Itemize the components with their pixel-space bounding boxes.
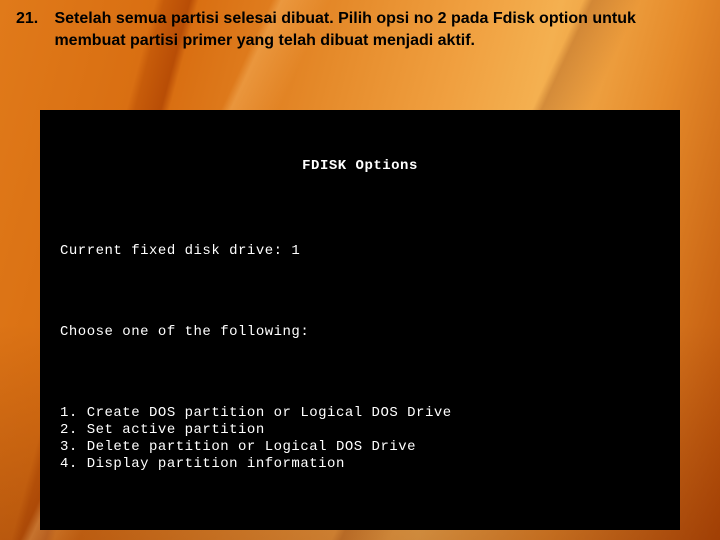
options-list: 1. Create DOS partition or Logical DOS D… — [60, 405, 660, 472]
instruction-block: 21. Setelah semua partisi selesai dibuat… — [16, 8, 692, 51]
option-1: 1. Create DOS partition or Logical DOS D… — [60, 405, 452, 421]
option-2: 2. Set active partition — [60, 422, 265, 438]
choose-line: Choose one of the following: — [60, 324, 660, 341]
fdisk-terminal: FDISK Options Current fixed disk drive: … — [40, 110, 680, 530]
option-4: 4. Display partition information — [60, 456, 345, 472]
step-text: Setelah semua partisi selesai dibuat. Pi… — [54, 8, 686, 51]
slide: 21. Setelah semua partisi selesai dibuat… — [0, 0, 720, 540]
step-number: 21. — [16, 8, 50, 30]
option-3: 3. Delete partition or Logical DOS Drive — [60, 439, 416, 455]
current-drive-line: Current fixed disk drive: 1 — [60, 243, 660, 260]
terminal-title: FDISK Options — [60, 158, 660, 175]
